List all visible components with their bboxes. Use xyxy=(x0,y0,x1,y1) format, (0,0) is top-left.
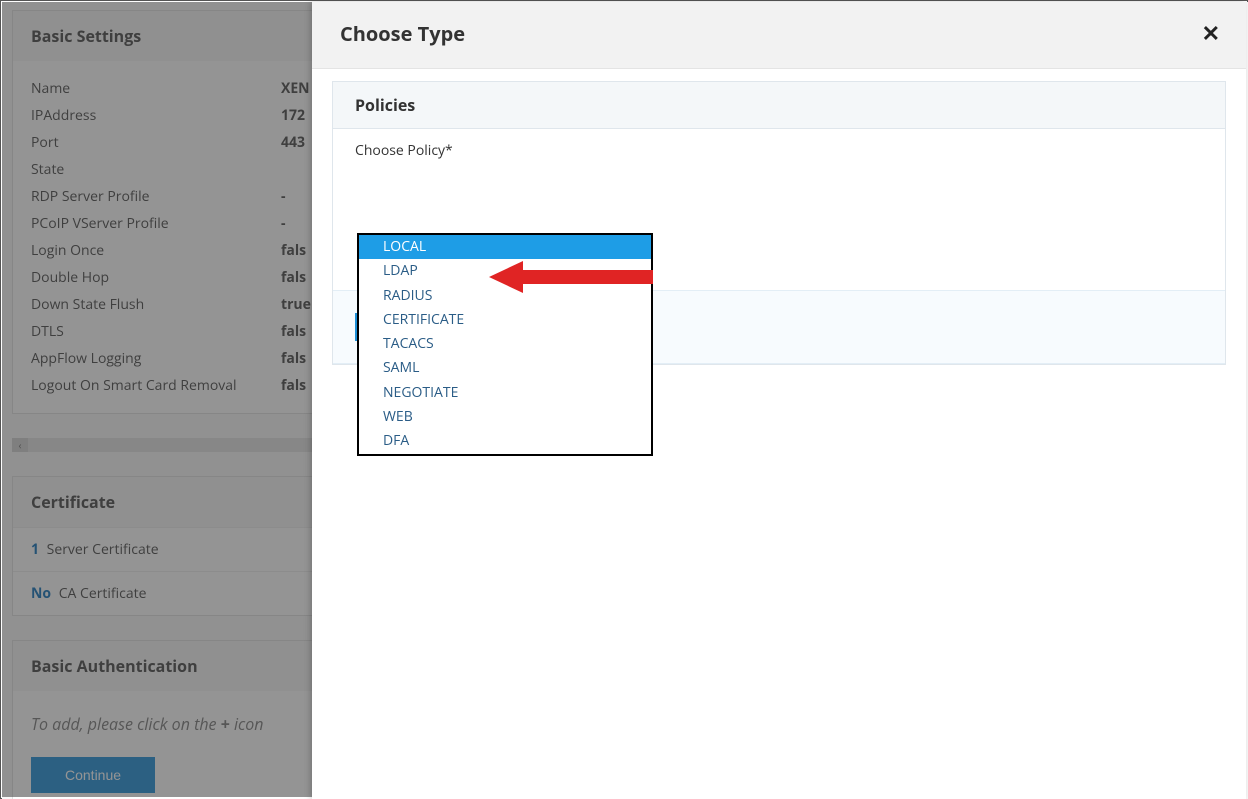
choose-type-modal: Choose Type ✕ Policies Choose Policy* LO… xyxy=(312,2,1246,799)
policy-option-negotiate[interactable]: NEGOTIATE xyxy=(359,381,651,405)
modal-header: Choose Type ✕ xyxy=(312,2,1246,69)
policy-option-ldap[interactable]: LDAP xyxy=(359,259,651,283)
choose-policy-dropdown[interactable]: LOCALLDAPRADIUSCERTIFICATETACACSSAMLNEGO… xyxy=(357,233,653,456)
policy-option-certificate[interactable]: CERTIFICATE xyxy=(359,308,651,332)
policy-option-dfa[interactable]: DFA xyxy=(359,429,651,453)
policies-panel-title: Policies xyxy=(333,82,1225,129)
close-icon[interactable]: ✕ xyxy=(1198,18,1224,48)
policies-panel: Policies Choose Policy* LOCALLDAPRADIUSC… xyxy=(332,81,1226,365)
policy-option-tacacs[interactable]: TACACS xyxy=(359,332,651,356)
policy-option-radius[interactable]: RADIUS xyxy=(359,284,651,308)
modal-title: Choose Type xyxy=(340,20,465,47)
policy-option-web[interactable]: WEB xyxy=(359,405,651,429)
policies-body: Choose Policy* xyxy=(333,129,1225,184)
policy-option-saml[interactable]: SAML xyxy=(359,356,651,380)
policy-option-local[interactable]: LOCAL xyxy=(359,235,651,259)
choose-policy-label: Choose Policy* xyxy=(355,141,1203,160)
